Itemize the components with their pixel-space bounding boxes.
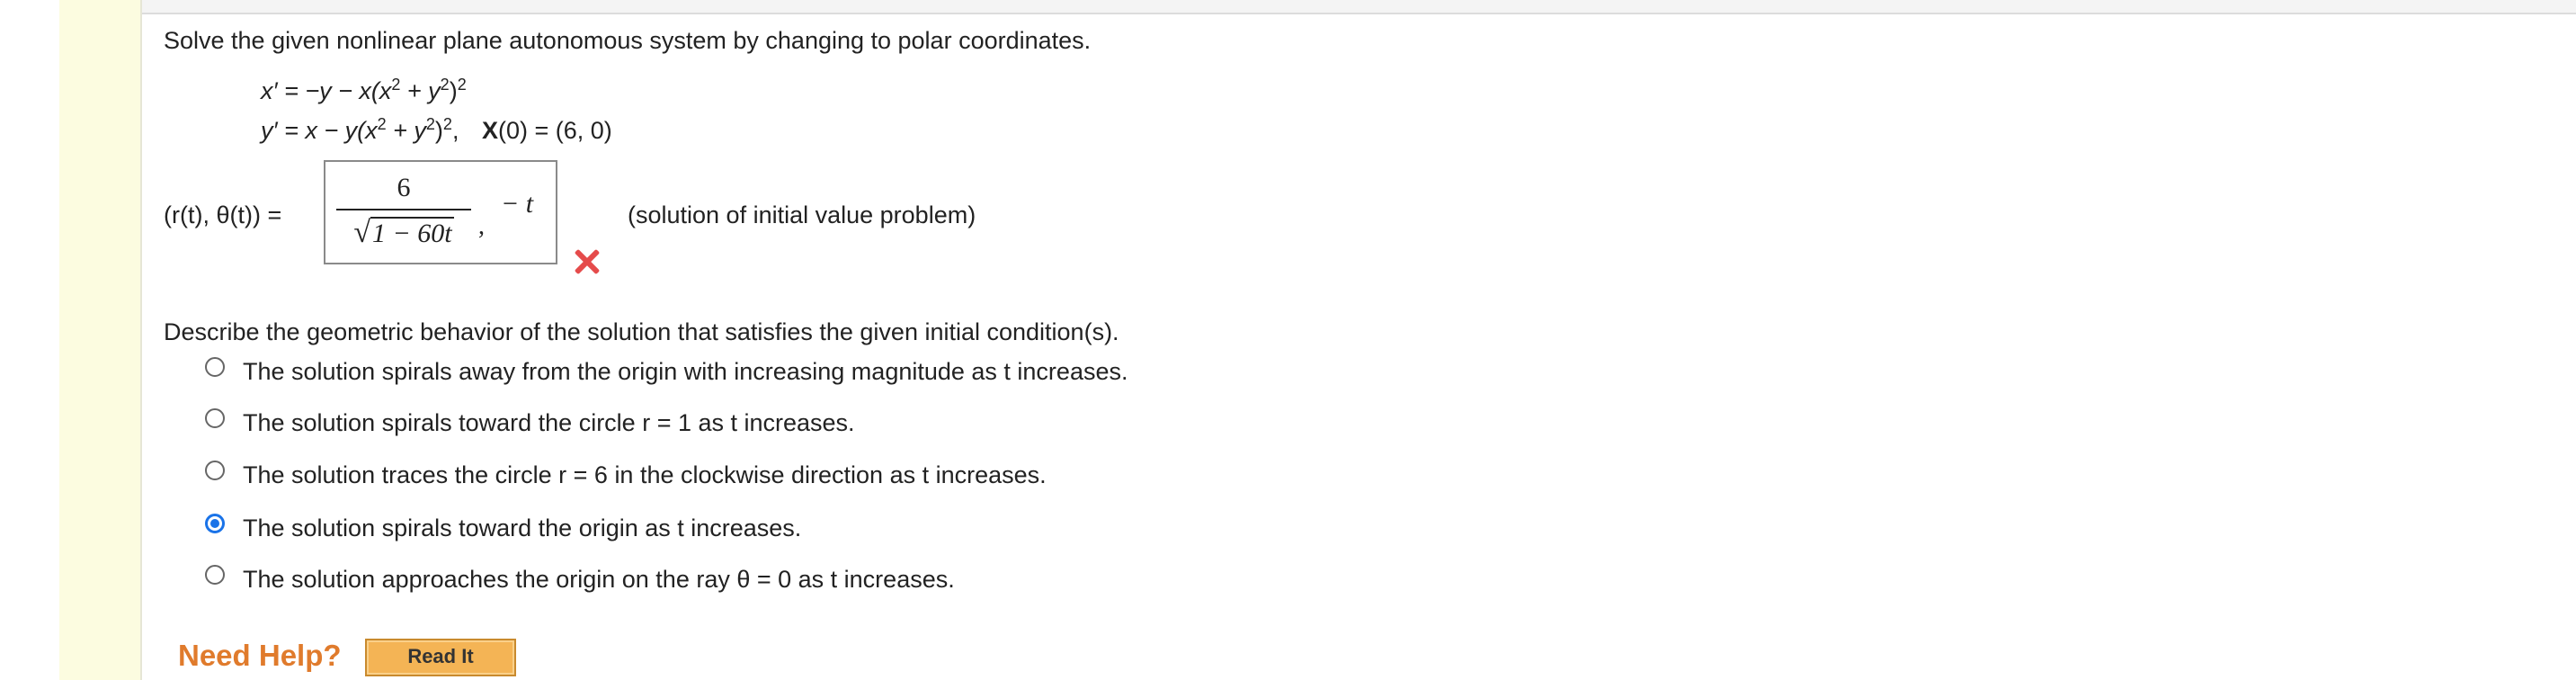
question-prompt: Solve the given nonlinear plane autonomo… — [164, 27, 1092, 54]
read-it-button[interactable]: Read It — [365, 639, 516, 676]
option-label-5[interactable]: The solution approaches the origin on th… — [243, 566, 955, 594]
answer-input-box[interactable]: 6 √1 − 60t , − t — [324, 160, 557, 264]
fraction-bar — [336, 209, 471, 210]
option-radio-3[interactable] — [205, 461, 225, 480]
option-radio-4-selected[interactable] — [205, 514, 225, 533]
option-label-4[interactable]: The solution spirals toward the origin a… — [243, 514, 801, 542]
eq2-rhs-c: ) — [434, 117, 443, 144]
fraction-denominator: √1 − 60t — [336, 216, 471, 250]
eq2-rhs-b: + y — [386, 117, 426, 144]
eq1-sup3: 2 — [457, 76, 467, 94]
eq1-sup1: 2 — [391, 76, 401, 94]
need-help-label: Need Help? — [178, 639, 342, 672]
equation-x-prime: x′ = −y − x(x2 + y2)2 — [261, 76, 467, 105]
initial-condition: (0) = (6, 0) — [497, 117, 612, 144]
sqrt-radicand: 1 − 60t — [370, 217, 454, 248]
option-radio-5[interactable] — [205, 565, 225, 585]
option-label-3[interactable]: The solution traces the circle r = 6 in … — [243, 461, 1047, 489]
answer-theta-component: − t — [501, 189, 534, 219]
eq1-lhs: x′ = — [261, 77, 306, 104]
fraction-numerator: 6 — [397, 173, 411, 202]
answer-comma: , — [478, 212, 485, 240]
answer-label: (r(t), θ(t)) = — [164, 201, 282, 228]
question-content: Solve the given nonlinear plane autonomo… — [164, 25, 2576, 680]
answer-note: (solution of initial value problem) — [628, 201, 976, 228]
option-label-2[interactable]: The solution spirals toward the circle r… — [243, 409, 855, 437]
option-label-1[interactable]: The solution spirals away from the origi… — [243, 358, 1128, 386]
incorrect-x-icon — [574, 248, 601, 275]
behavior-prompt: Describe the geometric behavior of the s… — [164, 318, 1119, 345]
initial-vector-bold: X — [481, 117, 498, 144]
eq2-lhs: y′ = — [261, 117, 306, 144]
top-strip — [59, 0, 2576, 14]
sqrt-symbol: √ — [353, 216, 371, 249]
question-margin — [59, 0, 142, 680]
eq2-rhs-a: x − y(x — [305, 117, 378, 144]
eq2-sup3: 2 — [442, 115, 452, 133]
eq1-rhs-b: + y — [400, 77, 441, 104]
equation-y-prime: y′ = x − y(x2 + y2)2, X(0) = (6, 0) — [261, 115, 612, 145]
eq1-rhs-a: −y − x(x — [305, 77, 392, 104]
option-radio-2[interactable] — [205, 408, 225, 428]
eq2-sup1: 2 — [377, 115, 387, 133]
eq1-rhs-c: ) — [449, 77, 458, 104]
eq1-sup2: 2 — [440, 76, 450, 94]
option-radio-1[interactable] — [205, 357, 225, 377]
eq2-tail: , — [451, 117, 459, 144]
answer-fraction: 6 √1 − 60t — [336, 173, 471, 250]
eq2-sup2: 2 — [425, 115, 435, 133]
